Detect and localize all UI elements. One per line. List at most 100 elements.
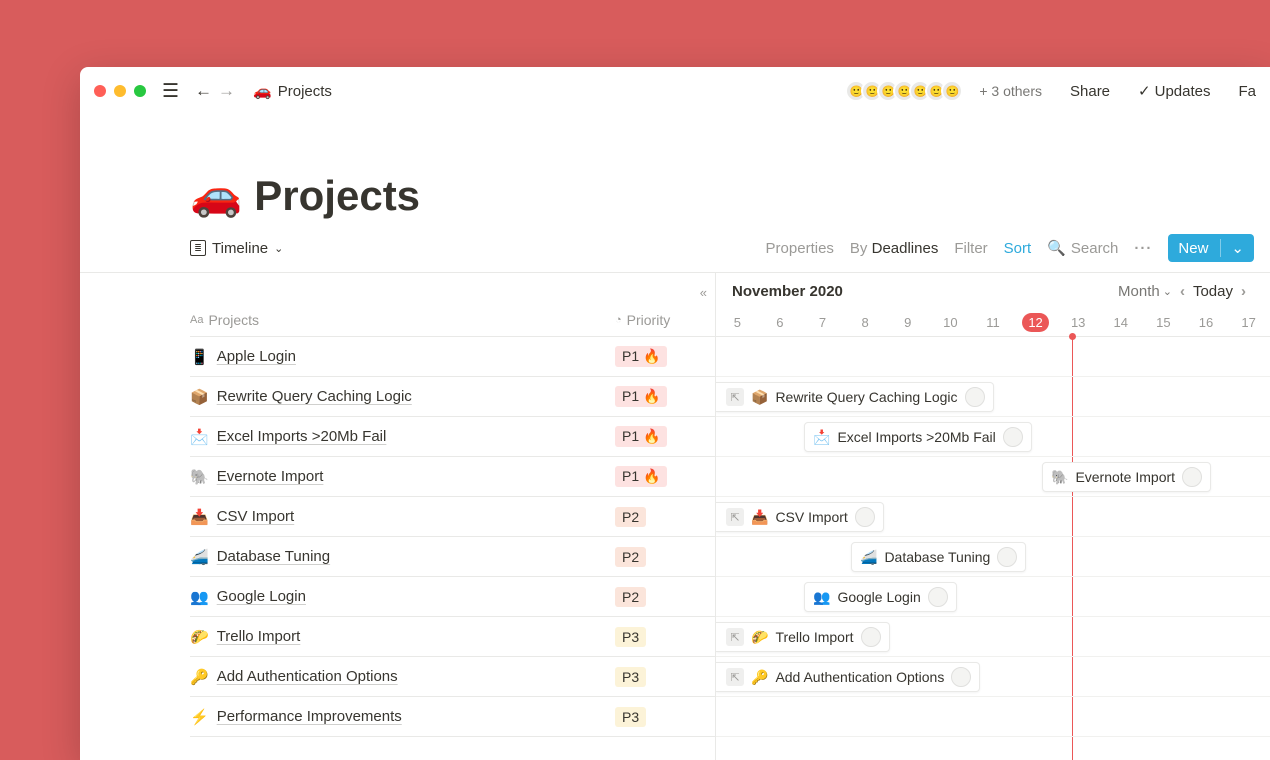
- day-header-cell[interactable]: 7: [801, 315, 844, 330]
- updates-button[interactable]: ✓ Updates: [1138, 82, 1210, 100]
- table-row[interactable]: 🚄Database TuningP2: [190, 537, 715, 577]
- table-row[interactable]: 📱Apple LoginP1 🔥: [190, 337, 715, 377]
- day-header-cell[interactable]: 10: [929, 315, 972, 330]
- priority-cell[interactable]: P3: [615, 627, 715, 647]
- project-name-cell[interactable]: 🌮Trello Import: [190, 628, 615, 646]
- next-period-button[interactable]: ›: [1241, 283, 1246, 300]
- timeline-row[interactable]: 🐘Evernote Import: [716, 457, 1270, 497]
- project-name-cell[interactable]: 📩Excel Imports >20Mb Fail: [190, 428, 615, 446]
- share-button[interactable]: Share: [1070, 83, 1110, 100]
- timeline-row[interactable]: 📩Excel Imports >20Mb Fail: [716, 417, 1270, 457]
- forward-button[interactable]: →: [218, 81, 235, 101]
- project-name-cell[interactable]: 👥Google Login: [190, 588, 615, 606]
- priority-tag: P3: [615, 667, 646, 687]
- priority-cell[interactable]: P1 🔥: [615, 386, 715, 407]
- others-count[interactable]: + 3 others: [979, 83, 1042, 99]
- priority-cell[interactable]: P1 🔥: [615, 346, 715, 367]
- table-row[interactable]: 🌮Trello ImportP3: [190, 617, 715, 657]
- priority-column-header[interactable]: ◔ Priority: [615, 312, 715, 328]
- search-button[interactable]: 🔍 Search: [1047, 239, 1118, 257]
- project-name-cell[interactable]: ⚡Performance Improvements: [190, 708, 615, 726]
- project-name-cell[interactable]: 📦Rewrite Query Caching Logic: [190, 388, 615, 406]
- filter-button[interactable]: Filter: [954, 240, 987, 257]
- day-header-cell[interactable]: 17: [1227, 315, 1270, 330]
- chevron-down-icon[interactable]: ⌄: [1220, 239, 1244, 257]
- priority-cell[interactable]: P1 🔥: [615, 466, 715, 487]
- timeline-row[interactable]: ⇱📦Rewrite Query Caching Logic: [716, 377, 1270, 417]
- sort-button[interactable]: Sort: [1004, 240, 1032, 257]
- priority-cell[interactable]: P1 🔥: [615, 426, 715, 447]
- collaborator-avatars[interactable]: 🙂 🙂 🙂 🙂 🙂 🙂 🙂: [845, 80, 963, 102]
- properties-button[interactable]: Properties: [766, 240, 834, 257]
- maximize-window-button[interactable]: [134, 85, 146, 97]
- project-name-cell[interactable]: 🐘Evernote Import: [190, 468, 615, 486]
- open-page-icon[interactable]: ⇱: [726, 508, 744, 526]
- timeline-bar[interactable]: 👥Google Login: [804, 582, 957, 612]
- timeline-bar[interactable]: 📩Excel Imports >20Mb Fail: [804, 422, 1032, 452]
- timeline-bar[interactable]: 🚄Database Tuning: [851, 542, 1026, 572]
- timeline-row[interactable]: 👥Google Login: [716, 577, 1270, 617]
- more-menu-button[interactable]: ···: [1134, 240, 1152, 257]
- open-page-icon[interactable]: ⇱: [726, 628, 744, 646]
- priority-cell[interactable]: P3: [615, 667, 715, 687]
- day-header-cell[interactable]: 15: [1142, 315, 1185, 330]
- priority-cell[interactable]: P2: [615, 547, 715, 567]
- project-name-cell[interactable]: 📥CSV Import: [190, 508, 615, 526]
- priority-tag: P2: [615, 547, 646, 567]
- assignee-avatar: [951, 667, 971, 687]
- timeline-bar[interactable]: ⇱🔑Add Authentication Options: [716, 662, 980, 692]
- timeline-bar[interactable]: ⇱🌮Trello Import: [716, 622, 890, 652]
- open-page-icon[interactable]: ⇱: [726, 668, 744, 686]
- table-row[interactable]: ⚡Performance ImprovementsP3: [190, 697, 715, 737]
- scale-dropdown[interactable]: Month ⌄: [1118, 283, 1172, 300]
- timeline-bar[interactable]: 🐘Evernote Import: [1042, 462, 1211, 492]
- day-header-cell[interactable]: 12: [1014, 315, 1057, 330]
- day-header-cell[interactable]: 8: [844, 315, 887, 330]
- timeline-bar[interactable]: ⇱📦Rewrite Query Caching Logic: [716, 382, 994, 412]
- day-header-cell[interactable]: 13: [1057, 315, 1100, 330]
- table-row[interactable]: 🔑Add Authentication OptionsP3: [190, 657, 715, 697]
- timeline-row[interactable]: ⇱🌮Trello Import: [716, 617, 1270, 657]
- day-header-cell[interactable]: 6: [759, 315, 802, 330]
- page-icon[interactable]: 🚗: [190, 171, 242, 220]
- new-button[interactable]: New ⌄: [1168, 234, 1254, 262]
- favorite-button[interactable]: Fa: [1238, 83, 1256, 100]
- day-header-cell[interactable]: 14: [1099, 315, 1142, 330]
- close-window-button[interactable]: [94, 85, 106, 97]
- timeline-row[interactable]: ⇱🔑Add Authentication Options: [716, 657, 1270, 697]
- page-title-text[interactable]: Projects: [254, 172, 420, 220]
- day-header-cell[interactable]: 16: [1185, 315, 1228, 330]
- menu-icon[interactable]: ☰: [162, 80, 179, 103]
- projects-column-header[interactable]: Aa Projects: [190, 312, 615, 328]
- minimize-window-button[interactable]: [114, 85, 126, 97]
- priority-cell[interactable]: P2: [615, 587, 715, 607]
- timeline-row[interactable]: [716, 697, 1270, 737]
- day-header-cell[interactable]: 9: [886, 315, 929, 330]
- timeline-row[interactable]: ⇱📥CSV Import: [716, 497, 1270, 537]
- prev-period-button[interactable]: ‹: [1180, 283, 1185, 300]
- project-name-cell[interactable]: 🔑Add Authentication Options: [190, 668, 615, 686]
- today-button[interactable]: Today: [1193, 283, 1233, 300]
- project-name-cell[interactable]: 🚄Database Tuning: [190, 548, 615, 566]
- table-row[interactable]: 🐘Evernote ImportP1 🔥: [190, 457, 715, 497]
- day-header-cell[interactable]: 5: [716, 315, 759, 330]
- table-row[interactable]: 📦Rewrite Query Caching LogicP1 🔥: [190, 377, 715, 417]
- project-name-cell[interactable]: 📱Apple Login: [190, 348, 615, 366]
- priority-cell[interactable]: P3: [615, 707, 715, 727]
- table-row[interactable]: 📩Excel Imports >20Mb FailP1 🔥: [190, 417, 715, 457]
- timeline-row[interactable]: [716, 337, 1270, 377]
- timeline-row[interactable]: 🚄Database Tuning: [716, 537, 1270, 577]
- priority-cell[interactable]: P2: [615, 507, 715, 527]
- priority-tag: P1 🔥: [615, 426, 667, 447]
- back-button[interactable]: ←: [195, 81, 212, 101]
- breadcrumb[interactable]: 🚗 Projects: [253, 82, 332, 100]
- open-page-icon[interactable]: ⇱: [726, 388, 744, 406]
- table-row[interactable]: 👥Google LoginP2: [190, 577, 715, 617]
- timeline-bar[interactable]: ⇱📥CSV Import: [716, 502, 884, 532]
- app-window: ☰ ← → 🚗 Projects 🙂 🙂 🙂 🙂 🙂 🙂 🙂 + 3 other…: [80, 67, 1270, 760]
- collapse-sidebar-button[interactable]: «: [700, 285, 707, 300]
- day-header-cell[interactable]: 11: [972, 315, 1015, 330]
- view-selector[interactable]: ≣ Timeline ⌄: [190, 240, 283, 257]
- group-by-label[interactable]: By Deadlines: [850, 240, 938, 257]
- table-row[interactable]: 📥CSV ImportP2: [190, 497, 715, 537]
